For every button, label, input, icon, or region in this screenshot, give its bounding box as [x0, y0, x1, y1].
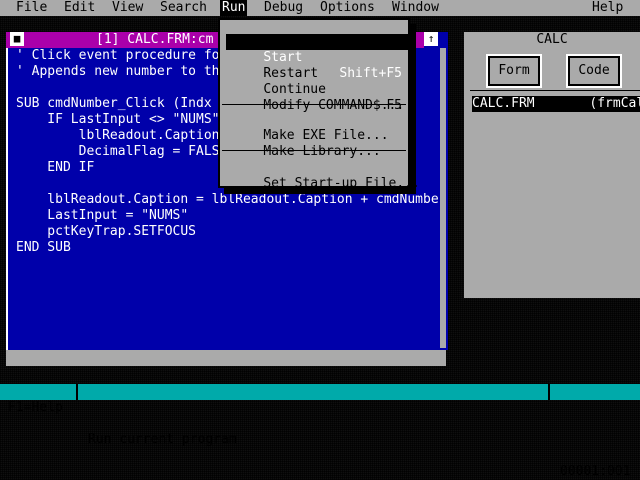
menu-bar: File Edit View Search Run Debug Options … — [0, 0, 640, 16]
menu-search[interactable]: Search — [158, 0, 209, 16]
status-message: Run current program — [88, 432, 237, 447]
status-cursor-position: 00001:001 — [560, 464, 631, 479]
code-line: END IF — [16, 160, 95, 175]
menu-debug[interactable]: Debug — [262, 0, 305, 16]
close-icon[interactable]: ■ — [10, 32, 24, 46]
code-line: ' Click event procedure fo — [16, 48, 220, 63]
menu-item-make-library[interactable]: Make Library... — [226, 128, 408, 159]
status-divider — [76, 384, 78, 400]
status-bar: F1=Help Run current program 00001:001 — [0, 384, 640, 479]
status-divider — [548, 384, 550, 400]
menu-file[interactable]: File — [14, 0, 49, 16]
code-line: DecimalFlag = FALS — [16, 144, 220, 159]
menu-item-modify-command[interactable]: Modify COMMAND$... — [226, 82, 408, 113]
menu-item-label: Set Start-up File... — [263, 176, 420, 191]
code-line: LastInput = "NUMS" — [16, 208, 189, 223]
run-menu-dropdown: Start Shift+F5 Restart Continue F5 Modif… — [218, 18, 420, 191]
status-help: F1=Help — [8, 400, 63, 415]
menu-item-label: Modify COMMAND$... — [263, 98, 405, 113]
menu-separator — [222, 104, 406, 105]
menu-item-make-exe[interactable]: Make EXE File... — [226, 112, 408, 143]
code-line: ' Appends new number to th — [16, 64, 220, 79]
menu-edit[interactable]: Edit — [62, 0, 97, 16]
code-line: IF LastInput <> "NUMS" — [16, 112, 220, 127]
code-line: pctKeyTrap.SETFOCUS — [16, 224, 197, 239]
menu-run[interactable]: Run — [220, 0, 248, 16]
form-button[interactable]: Form — [486, 54, 542, 88]
code-window-title-text: [1] CALC.FRM:cm — [96, 32, 214, 47]
menu-help[interactable]: Help — [590, 0, 625, 16]
code-line: END SUB — [16, 240, 71, 255]
code-line: SUB cmdNumber_Click (Indx — [16, 96, 212, 111]
maximize-icon[interactable]: ↑ — [424, 32, 438, 46]
menu-window[interactable]: Window — [390, 0, 441, 16]
menu-item-continue[interactable]: Continue F5 — [226, 66, 408, 113]
menu-item-set-startup[interactable]: Set Start-up File... — [226, 160, 420, 191]
code-line: lblReadout.Caption — [16, 128, 220, 143]
menu-separator — [222, 150, 406, 151]
code-line: lblReadout.Caption = lblReadout.Caption … — [16, 192, 439, 207]
menu-item-restart[interactable]: Restart — [226, 50, 408, 81]
menu-options[interactable]: Options — [318, 0, 377, 16]
project-window-title: CALC — [536, 32, 568, 47]
vertical-scrollbar[interactable] — [440, 48, 446, 348]
menu-view[interactable]: View — [110, 0, 145, 16]
menu-item-start[interactable]: Start Shift+F5 — [226, 34, 408, 81]
project-file-row[interactable]: CALC.FRM (frmCal — [472, 96, 640, 112]
code-button[interactable]: Code — [566, 54, 622, 88]
menu-item-label: Make Library... — [263, 144, 381, 159]
horizontal-scrollbar[interactable] — [6, 350, 446, 366]
project-file-list — [470, 90, 640, 297]
